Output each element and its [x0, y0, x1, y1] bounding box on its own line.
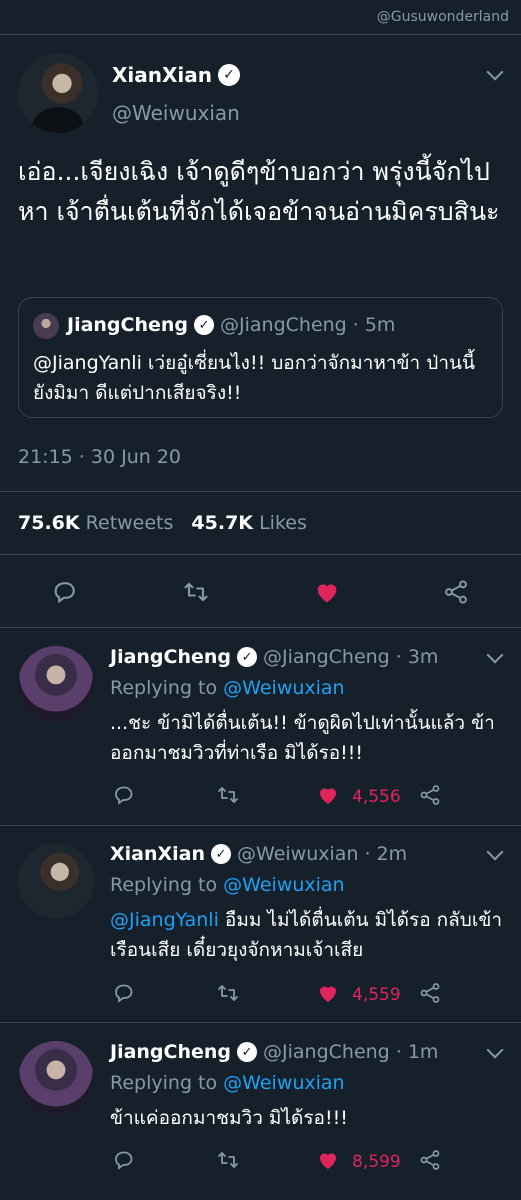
reply-body: ข้าแค่ออกมาชมวิว มิได้รอ!!! [110, 1107, 348, 1129]
tweet-actions [0, 576, 521, 610]
avatar [33, 313, 59, 339]
chevron-down-icon[interactable] [486, 63, 504, 81]
reply-text: ...ชะ ข้ามิได้ตื่นเต้น!! ข้าดูผิดไปเท่าน… [110, 708, 510, 768]
replying-to: Replying to @Weiwuxian [110, 677, 345, 699]
like-icon[interactable] [312, 981, 344, 1011]
retweet-icon[interactable] [212, 1148, 244, 1178]
share-icon[interactable] [414, 1148, 446, 1178]
reply-icon[interactable] [108, 981, 140, 1011]
reply-time: · 3m [395, 646, 439, 668]
replying-to-label: Replying to [110, 677, 218, 699]
retweet-icon[interactable] [180, 578, 212, 612]
share-icon[interactable] [440, 578, 472, 612]
quoted-tweet-text: @JiangYanli เว่ยอู๋เซี่ยนไง!! บอกว่าจักม… [33, 352, 475, 404]
replying-to-label: Replying to [110, 1072, 218, 1094]
tweet-timestamp: 21:15 · 30 Jun 20 [18, 446, 181, 468]
quoted-tweet-header: JiangCheng ✓ @JiangCheng · 5m [67, 314, 395, 336]
reply-actions: 4,559 [0, 981, 521, 1009]
replying-to: Replying to @Weiwuxian [110, 1072, 345, 1094]
likes-count: 45.7K [191, 512, 254, 534]
reply-icon[interactable] [108, 1148, 140, 1178]
top-divider [0, 34, 521, 35]
verified-icon: ✓ [237, 647, 258, 667]
reply-text: ข้าแค่ออกมาชมวิว มิได้รอ!!! [110, 1103, 510, 1133]
chevron-down-icon[interactable] [486, 646, 504, 664]
replying-to-label: Replying to [110, 874, 218, 896]
verified-icon: ✓ [237, 1042, 258, 1062]
retweet-icon[interactable] [212, 783, 244, 813]
share-icon[interactable] [414, 981, 446, 1011]
retweets-stat[interactable]: 75.6K Retweets [18, 512, 173, 534]
chevron-down-icon[interactable] [486, 1041, 504, 1059]
avatar[interactable] [18, 53, 98, 133]
tweet-text: เอ่อ...เจียงเฉิง เจ้าดูดีๆข้าบอกว่า พรุ่… [18, 157, 500, 226]
like-count: 8,599 [352, 1152, 401, 1172]
reply-body: ...ชะ ข้ามิได้ตื่นเต้น!! ข้าดูผิดไปเท่าน… [110, 712, 495, 764]
avatar[interactable] [18, 646, 94, 722]
divider [0, 491, 521, 492]
likes-stat[interactable]: 45.7K Likes [191, 512, 306, 534]
author-handle[interactable]: @Weiwuxian [112, 101, 240, 125]
reply-header: XianXian ✓ @Weiwuxian · 2m [110, 843, 407, 865]
reply-time: · 1m [395, 1041, 439, 1063]
reply-author-name[interactable]: JiangCheng [110, 646, 231, 668]
divider [0, 825, 521, 826]
verified-icon: ✓ [218, 64, 241, 86]
reply-header: JiangCheng ✓ @JiangCheng · 3m [110, 646, 438, 668]
avatar[interactable] [18, 843, 94, 919]
divider [0, 554, 521, 555]
reply-text: @JiangYanli อืมม ไม่ได้ตื่นเต้น มิได้รอ … [110, 905, 510, 965]
divider [0, 627, 521, 628]
like-icon[interactable] [312, 783, 344, 813]
replying-to-mention[interactable]: @Weiwuxian [223, 677, 344, 699]
reply-mention[interactable]: @JiangYanli [110, 909, 219, 931]
verified-icon: ✓ [194, 315, 215, 335]
reply-author-name[interactable]: JiangCheng [110, 1041, 231, 1063]
reply-author-handle[interactable]: @JiangCheng [263, 1041, 390, 1063]
reply-author-handle[interactable]: @Weiwuxian [237, 843, 358, 865]
reply-time: · 2m [364, 843, 408, 865]
like-icon[interactable] [312, 1148, 344, 1178]
retweets-label: Retweets [85, 512, 174, 534]
reply-icon[interactable] [108, 783, 140, 813]
quoted-author-handle: @JiangCheng [220, 314, 347, 336]
replying-to-mention[interactable]: @Weiwuxian [223, 1072, 344, 1094]
tweet-stats: 75.6K Retweets 45.7K Likes [18, 512, 307, 534]
quoted-author-name: JiangCheng [67, 314, 189, 336]
retweet-icon[interactable] [212, 981, 244, 1011]
replying-to-mention[interactable]: @Weiwuxian [223, 874, 344, 896]
reply-actions: 4,556 [0, 783, 521, 811]
like-count: 4,559 [352, 985, 401, 1005]
retweets-count: 75.6K [18, 512, 80, 534]
author-name-row[interactable]: XianXian ✓ [112, 63, 241, 87]
avatar[interactable] [18, 1041, 94, 1117]
watermark: @Gusuwonderland [376, 9, 509, 25]
reply-actions: 8,599 [0, 1148, 521, 1176]
verified-icon: ✓ [211, 844, 232, 864]
chevron-down-icon[interactable] [486, 843, 504, 861]
replying-to: Replying to @Weiwuxian [110, 874, 345, 896]
share-icon[interactable] [414, 783, 446, 813]
like-count: 4,556 [352, 787, 401, 807]
reply-header: JiangCheng ✓ @JiangCheng · 1m [110, 1041, 438, 1063]
reply-icon[interactable] [49, 578, 81, 612]
like-icon[interactable] [311, 578, 343, 612]
likes-label: Likes [259, 512, 307, 534]
quoted-time: · 5m [352, 314, 396, 336]
divider [0, 1022, 521, 1023]
author-name[interactable]: XianXian [112, 63, 212, 87]
reply-author-handle[interactable]: @JiangCheng [263, 646, 390, 668]
quoted-tweet[interactable]: JiangCheng ✓ @JiangCheng · 5m @JiangYanl… [18, 297, 503, 418]
reply-author-name[interactable]: XianXian [110, 843, 205, 865]
